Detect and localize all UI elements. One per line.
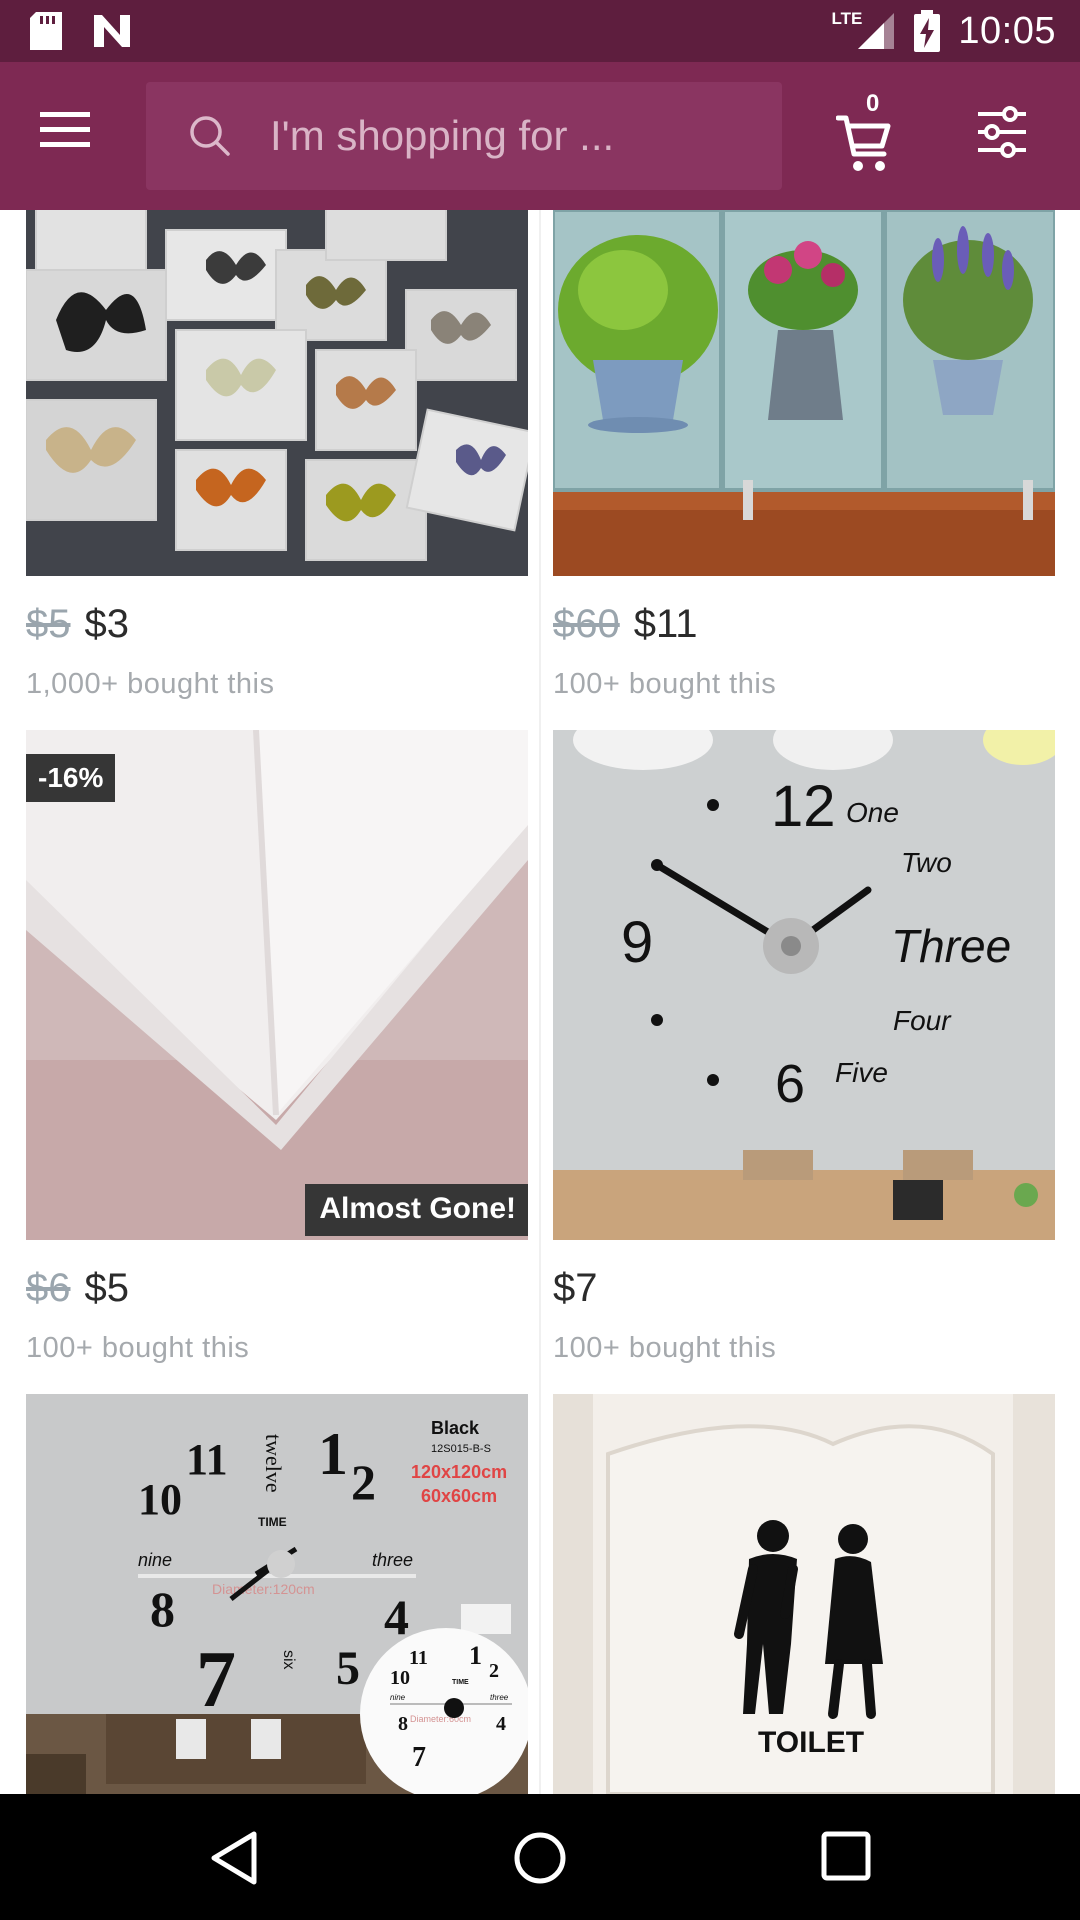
clock-numeral: 9 — [621, 910, 653, 975]
clock-numeral: 1 — [318, 1421, 348, 1487]
search-icon — [190, 116, 230, 156]
product-card[interactable]: TOILET — [553, 1394, 1055, 1794]
clock-numeral: 12 — [771, 774, 836, 839]
bought-count: 1,000+ bought this — [26, 668, 275, 700]
plant-cabinet-decals-image — [553, 210, 1055, 576]
corner-guard-image — [26, 730, 528, 1240]
product-image-corner-guard[interactable] — [26, 730, 528, 1240]
sign-text: TOILET — [758, 1726, 864, 1759]
shopping-cart-icon — [836, 115, 891, 171]
n-notification-icon — [94, 15, 130, 47]
battery-charging-icon — [914, 10, 941, 52]
cart-button[interactable]: 0 — [836, 90, 906, 182]
product-image-plant-decals[interactable] — [553, 210, 1055, 576]
clock-word: Two — [901, 847, 952, 878]
product-grid[interactable]: $5 $3 1,000+ bought this $60 $11 100+ bo… — [0, 210, 1080, 1794]
almost-gone-label: Almost Gone! — [305, 1184, 528, 1236]
clock-word: three — [372, 1550, 413, 1570]
original-price: $5 — [26, 602, 71, 646]
diameter-label: Diameter:120cm — [212, 1581, 315, 1597]
sale-price: $11 — [633, 602, 698, 646]
original-price: $60 — [553, 602, 620, 646]
small-clock-numeral: 10 — [390, 1667, 410, 1689]
clock-word: One — [846, 797, 899, 828]
clock-word: nine — [138, 1550, 172, 1570]
clock-word: Three — [891, 920, 1011, 972]
product-card[interactable]: -16% Almost Gone! $6 $5 100+ bought this — [26, 730, 528, 1394]
small-clock-numeral: 4 — [496, 1713, 506, 1735]
back-button[interactable] — [208, 1830, 260, 1891]
small-clock-numeral: 8 — [398, 1713, 408, 1735]
clock-word: Four — [893, 1005, 952, 1036]
home-circle-icon — [514, 1832, 566, 1884]
butterfly-stickers-image — [26, 210, 528, 576]
model-label: 12S015-B-S — [431, 1443, 491, 1455]
small-clock-numeral: 1 — [469, 1641, 482, 1670]
back-triangle-icon — [211, 1831, 257, 1885]
clock-numeral: 8 — [150, 1581, 175, 1637]
product-card[interactable]: 11 10 1 2 twelve TIME nine three Diamete… — [26, 1394, 528, 1794]
sale-price: $3 — [84, 602, 130, 646]
clock-numeral: 5 — [336, 1642, 360, 1695]
clock-numeral: 4 — [384, 1589, 409, 1645]
sale-price: $7 — [553, 1266, 598, 1310]
system-nav-bar — [0, 1794, 1080, 1920]
small-clock-numeral: 2 — [489, 1660, 499, 1682]
recents-square-icon — [821, 1831, 871, 1881]
status-bar: LTE 10:05 — [0, 0, 1080, 62]
product-image-toilet-sign[interactable]: TOILET — [553, 1394, 1055, 1794]
discount-badge: -16% — [26, 754, 116, 802]
product-card[interactable]: 12 One Two 9 Three Four 6 Five $7 100+ b… — [553, 730, 1055, 1394]
product-card[interactable]: $5 $3 1,000+ bought this — [26, 210, 528, 730]
small-clock-word: nine — [390, 1693, 406, 1702]
sale-price: $5 — [84, 1266, 130, 1310]
small-clock-numeral: 11 — [409, 1647, 428, 1669]
product-image-butterflies[interactable] — [26, 210, 528, 576]
clock: 10:05 — [958, 9, 1056, 52]
clock-numeral: 2 — [351, 1454, 376, 1510]
app-bar: 0 — [0, 62, 1080, 210]
clock-word: Five — [835, 1057, 888, 1088]
toilet-sign-image: TOILET — [553, 1394, 1055, 1794]
sliders-filter-icon — [978, 106, 1026, 158]
small-clock-word: TIME — [452, 1679, 469, 1686]
product-card[interactable]: $60 $11 100+ bought this — [553, 210, 1055, 730]
sd-card-icon — [30, 12, 62, 50]
home-button[interactable] — [512, 1830, 568, 1891]
small-diameter-label: Diameter:60cm — [410, 1714, 471, 1724]
bought-count: 100+ bought this — [26, 1332, 250, 1364]
clock-numeral: 10 — [138, 1475, 182, 1524]
color-label: Black — [431, 1418, 480, 1438]
filter-button[interactable] — [976, 106, 1036, 166]
search-input[interactable] — [270, 106, 760, 166]
mirror-wall-clock-image: 11 10 1 2 twelve TIME nine three Diamete… — [26, 1394, 528, 1794]
clock-word: TIME — [258, 1515, 287, 1529]
diy-wall-clock-image: 12 One Two 9 Three Four 6 Five — [553, 730, 1055, 1240]
product-image-mirror-clock[interactable]: 11 10 1 2 twelve TIME nine three Diamete… — [26, 1394, 528, 1794]
clock-word: twelve — [261, 1434, 286, 1493]
signal-icon — [858, 13, 895, 49]
hamburger-menu-icon — [40, 112, 90, 147]
clock-word: six — [280, 1650, 297, 1670]
bought-count: 100+ bought this — [553, 1332, 777, 1364]
search-bar[interactable] — [146, 82, 782, 190]
bought-count: 100+ bought this — [553, 668, 777, 700]
original-price: $6 — [26, 1266, 71, 1310]
clock-numeral: 7 — [196, 1636, 236, 1724]
menu-button[interactable] — [40, 110, 104, 162]
small-clock-word: three — [490, 1693, 509, 1702]
network-type: LTE — [831, 9, 863, 28]
clock-numeral: 6 — [775, 1054, 805, 1114]
size-label: 120x120cm — [411, 1462, 507, 1482]
size-label: 60x60cm — [421, 1486, 497, 1506]
product-image-diy-clock[interactable]: 12 One Two 9 Three Four 6 Five — [553, 730, 1055, 1240]
clock-numeral: 11 — [186, 1435, 228, 1484]
recents-button[interactable] — [820, 1830, 872, 1887]
small-clock-numeral: 7 — [412, 1742, 426, 1773]
